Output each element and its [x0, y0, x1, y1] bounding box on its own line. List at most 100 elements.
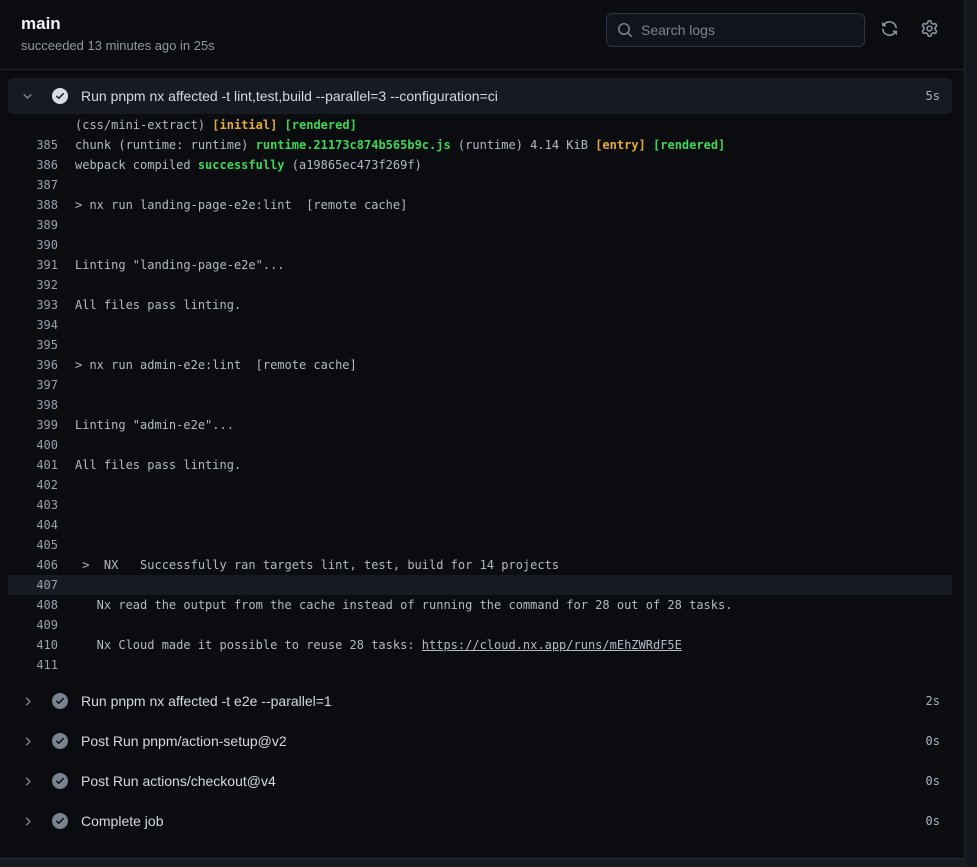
log-line: 401 All files pass linting.	[8, 455, 952, 475]
step-title: Run pnpm nx affected -t e2e --parallel=1	[81, 693, 914, 709]
line-number[interactable]: 387	[8, 175, 58, 195]
line-number[interactable]: 392	[8, 275, 58, 295]
success-check-icon	[52, 733, 68, 749]
log-line: 385 chunk (runtime: runtime) runtime.211…	[8, 135, 952, 155]
line-number[interactable]: 388	[8, 195, 58, 215]
chevron-down-icon	[21, 90, 34, 103]
line-number[interactable]: 398	[8, 395, 58, 415]
log-text-segment: [entry]	[595, 138, 646, 152]
log-line: 390	[8, 235, 952, 255]
log-line: 400	[8, 435, 952, 455]
log-text-segment: successfully	[198, 158, 285, 172]
step-duration: 2s	[926, 694, 940, 708]
line-number[interactable]: 397	[8, 375, 58, 395]
log-line: 387	[8, 175, 952, 195]
log-line: (css/mini-extract) [initial] [rendered]	[8, 115, 952, 135]
gear-icon	[921, 20, 938, 40]
line-number[interactable]: 405	[8, 535, 58, 555]
log-text-segment: chunk (runtime: runtime)	[75, 138, 256, 152]
line-number[interactable]: 393	[8, 295, 58, 315]
step-title: Complete job	[81, 813, 914, 829]
line-number[interactable]: 402	[8, 475, 58, 495]
job-status-text: succeeded 13 minutes ago in 25s	[21, 38, 215, 53]
header-actions	[606, 13, 955, 47]
line-number[interactable]: 400	[8, 435, 58, 455]
log-line: 402	[8, 475, 952, 495]
log-link[interactable]: https://cloud.nx.app/runs/mEhZWRdF5E	[422, 638, 682, 652]
step-duration: 0s	[926, 774, 940, 788]
sync-icon	[881, 20, 898, 40]
line-number[interactable]: 386	[8, 155, 58, 175]
log-text-segment: (css/mini-extract)	[75, 118, 212, 132]
log-line: 411	[8, 655, 952, 675]
line-text: webpack compiled successfully (a19865ec4…	[75, 155, 422, 175]
line-number[interactable]: 411	[8, 655, 58, 675]
log-text-segment: (runtime) 4.14 KiB	[451, 138, 596, 152]
success-check-icon	[52, 88, 68, 104]
line-text: All files pass linting.	[75, 455, 241, 475]
log-line: 410 Nx Cloud made it possible to reuse 2…	[8, 635, 952, 655]
chevron-right-icon	[21, 815, 34, 828]
line-number[interactable]	[8, 115, 58, 135]
success-check-icon	[52, 773, 68, 789]
log-line: 399 Linting "admin-e2e"...	[8, 415, 952, 435]
log-line: 406 > NX Successfully ran targets lint, …	[8, 555, 952, 575]
log-text-segment	[646, 138, 653, 152]
line-text: Linting "admin-e2e"...	[75, 415, 234, 435]
line-text: All files pass linting.	[75, 295, 241, 315]
line-number[interactable]: 403	[8, 495, 58, 515]
step-row-collapsed[interactable]: Run pnpm nx affected -t e2e --parallel=1…	[8, 681, 952, 721]
log-area: (css/mini-extract) [initial] [rendered] …	[8, 114, 952, 681]
line-number[interactable]: 409	[8, 615, 58, 635]
log-line: 389	[8, 215, 952, 235]
log-line: 394	[8, 315, 952, 335]
line-text: > NX Successfully ran targets lint, test…	[75, 555, 559, 575]
log-line: 409	[8, 615, 952, 635]
step-row-collapsed[interactable]: Complete job 0s	[8, 801, 952, 841]
line-number[interactable]: 401	[8, 455, 58, 475]
log-text-segment: [rendered]	[653, 138, 725, 152]
line-number[interactable]: 396	[8, 355, 58, 375]
log-text-segment: All files pass linting.	[75, 298, 241, 312]
scrollbar-track[interactable]	[964, 0, 977, 867]
line-number[interactable]: 410	[8, 635, 58, 655]
job-header: main succeeded 13 minutes ago in 25s	[0, 0, 977, 70]
log-text-segment: (a19865ec473f269f)	[285, 158, 422, 172]
line-text: > nx run admin-e2e:lint [remote cache]	[75, 355, 357, 375]
log-line: 407	[8, 575, 952, 595]
step-row-collapsed[interactable]: Post Run pnpm/action-setup@v2 0s	[8, 721, 952, 761]
step-title: Post Run actions/checkout@v4	[81, 773, 914, 789]
refresh-logs-button[interactable]	[873, 14, 905, 46]
line-number[interactable]: 404	[8, 515, 58, 535]
log-text-segment: [rendered]	[285, 118, 357, 132]
log-text-segment: runtime.21173c874b565b9c.js	[256, 138, 451, 152]
line-number[interactable]: 385	[8, 135, 58, 155]
steps-list: Run pnpm nx affected -t lint,test,build …	[0, 70, 977, 841]
log-settings-button[interactable]	[913, 14, 945, 46]
log-text-segment: Nx read the output from the cache instea…	[75, 598, 732, 612]
log-text-segment	[277, 118, 284, 132]
line-number[interactable]: 395	[8, 335, 58, 355]
search-logs-box	[606, 13, 865, 47]
log-text-segment: [initial]	[212, 118, 277, 132]
line-number[interactable]: 408	[8, 595, 58, 615]
line-number[interactable]: 399	[8, 415, 58, 435]
log-text-segment: All files pass linting.	[75, 458, 241, 472]
success-check-icon	[52, 813, 68, 829]
step-header-expanded[interactable]: Run pnpm nx affected -t lint,test,build …	[8, 78, 952, 114]
step-row-collapsed[interactable]: Post Run actions/checkout@v4 0s	[8, 761, 952, 801]
search-icon	[617, 22, 633, 38]
footer-bar	[0, 858, 977, 867]
search-logs-input[interactable]	[606, 13, 865, 47]
line-number[interactable]: 389	[8, 215, 58, 235]
job-summary: main succeeded 13 minutes ago in 25s	[21, 13, 215, 53]
line-text: > nx run landing-page-e2e:lint [remote c…	[75, 195, 407, 215]
line-number[interactable]: 407	[8, 575, 58, 595]
line-number[interactable]: 390	[8, 235, 58, 255]
line-number[interactable]: 391	[8, 255, 58, 275]
step-title: Post Run pnpm/action-setup@v2	[81, 733, 914, 749]
line-number[interactable]: 406	[8, 555, 58, 575]
line-number[interactable]: 394	[8, 315, 58, 335]
step-duration: 5s	[926, 89, 940, 103]
step-duration: 0s	[926, 814, 940, 828]
